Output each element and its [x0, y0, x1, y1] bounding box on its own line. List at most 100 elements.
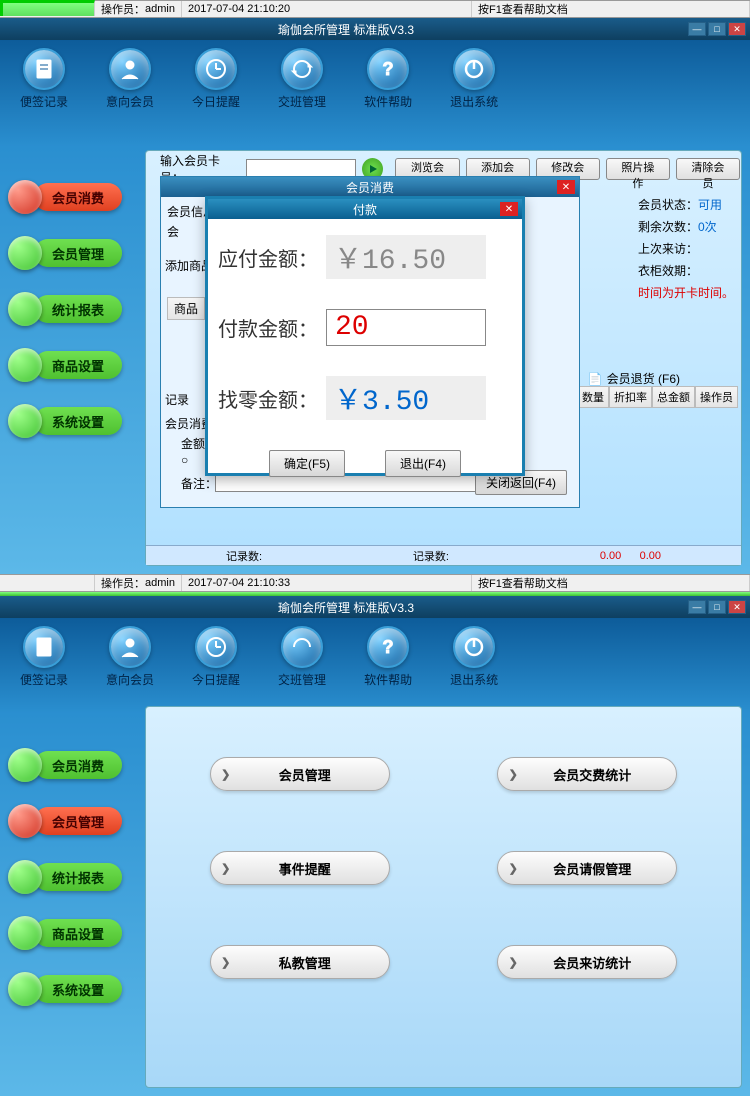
title-bar-2: 瑜伽会所管理 标准版V3.3 — □ ✕: [0, 596, 750, 618]
tool-exit[interactable]: 退出系统: [450, 48, 498, 110]
status-margin: [0, 575, 95, 591]
record-val-2: 0.00: [640, 550, 661, 562]
toolbar: 便签记录 意向会员 今日提醒 交班管理 ?软件帮助 退出系统: [0, 40, 750, 118]
nav-ball-icon: [8, 404, 42, 438]
close-button[interactable]: ✕: [728, 600, 746, 614]
pay-dialog-title: 付款✕: [208, 199, 522, 219]
close-icon[interactable]: ✕: [500, 202, 518, 216]
datetime-cell: 2017-07-04 21:10:20: [182, 1, 472, 17]
chevron-right-icon: ❯: [498, 956, 528, 969]
tool-notes[interactable]: 便签记录: [20, 48, 68, 110]
refund-link[interactable]: 📄会员退货 (F6): [588, 370, 680, 387]
record-label: 记录: [165, 391, 189, 408]
help-cell: 按F1查看帮助文档: [472, 575, 750, 591]
nav-ball-icon: [8, 180, 42, 214]
change-value: ￥3.50: [326, 376, 486, 420]
nav-system[interactable]: 系统设置: [8, 972, 122, 1006]
col-discount: 折扣率: [609, 386, 652, 408]
nav-ball-icon: [8, 748, 42, 782]
refund-icon: 📄: [588, 372, 603, 386]
help-cell: 按F1查看帮助文档: [472, 1, 750, 17]
side-nav-1: 会员消费 会员管理 统计报表 商品设置 系统设置: [8, 180, 122, 438]
note-icon: [23, 48, 65, 90]
nav-member-consume[interactable]: 会员消费: [8, 180, 122, 214]
title-bar-1: 瑜伽会所管理 标准版V3.3 — □ ✕: [0, 18, 750, 40]
tool-prospect[interactable]: 意向会员: [106, 48, 154, 110]
record-label-2: 记录数:: [413, 548, 449, 564]
menu-visit-stats[interactable]: ❯会员来访统计: [497, 945, 677, 979]
clock-icon: [195, 48, 237, 90]
nav-goods[interactable]: 商品设置: [8, 916, 122, 950]
paid-input[interactable]: [326, 309, 486, 346]
close-button[interactable]: ✕: [728, 22, 746, 36]
nav-ball-icon: [8, 292, 42, 326]
record-val-1: 0.00: [600, 550, 621, 562]
nav-stats[interactable]: 统计报表: [8, 860, 122, 894]
menu-leave-manage[interactable]: ❯会员请假管理: [497, 851, 677, 885]
datetime-cell: 2017-07-04 21:10:33: [182, 575, 472, 591]
help-icon: ?: [367, 48, 409, 90]
chevron-right-icon: ❯: [211, 956, 241, 969]
nav-member-consume[interactable]: 会员消费: [8, 748, 122, 782]
side-nav-2: 会员消费 会员管理 统计报表 商品设置 系统设置: [8, 748, 122, 1006]
chevron-right-icon: ❯: [211, 768, 241, 781]
app-title: 瑜伽会所管理 标准版V3.3: [278, 599, 414, 616]
menu-payment-stats[interactable]: ❯会员交费统计: [497, 757, 677, 791]
pay-ok-button[interactable]: 确定(F5): [269, 450, 345, 477]
menu-private-coach[interactable]: ❯私教管理: [210, 945, 390, 979]
note-icon: [23, 626, 65, 668]
tool-notes[interactable]: 便签记录: [20, 626, 68, 688]
clear-member-button[interactable]: 清除会员: [676, 158, 740, 180]
menu-event-reminder[interactable]: ❯事件提醒: [210, 851, 390, 885]
menu-member-manage[interactable]: ❯会员管理: [210, 757, 390, 791]
maximize-button[interactable]: □: [708, 600, 726, 614]
tool-exit[interactable]: 退出系统: [450, 626, 498, 688]
nav-ball-icon: [8, 804, 42, 838]
svg-text:?: ?: [383, 59, 394, 79]
nav-stats[interactable]: 统计报表: [8, 292, 122, 326]
pay-exit-button[interactable]: 退出(F4): [385, 450, 461, 477]
minimize-button[interactable]: —: [688, 22, 706, 36]
app-window-2: 便签记录 意向会员 今日提醒 交班管理 ?软件帮助 退出系统 会员消费 会员管理…: [0, 618, 750, 1096]
photo-button[interactable]: 照片操作: [606, 158, 670, 180]
svg-text:?: ?: [383, 637, 394, 657]
amount-label: 金额: [181, 435, 205, 452]
col-qty: 数量: [577, 386, 609, 408]
tool-shift[interactable]: 交班管理: [278, 48, 326, 110]
tool-prospect[interactable]: 意向会员: [106, 626, 154, 688]
app-title: 瑜伽会所管理 标准版V3.3: [278, 21, 414, 38]
power-icon: [453, 48, 495, 90]
chevron-right-icon: ❯: [498, 768, 528, 781]
member-info: 会员状态：可用 剩余次数：0次 上次来访： 衣柜效期： 时间为开卡时间。: [638, 194, 734, 304]
status-margin: [0, 0, 95, 16]
status-bar-1: 操作员：admin 2017-07-04 21:10:20 按F1查看帮助文档: [0, 0, 750, 18]
nav-goods[interactable]: 商品设置: [8, 348, 122, 382]
power-icon: [453, 626, 495, 668]
refresh-icon: [281, 48, 323, 90]
nav-ball-icon: [8, 348, 42, 382]
tool-reminder[interactable]: 今日提醒: [192, 626, 240, 688]
col-operator: 操作员: [695, 386, 738, 408]
minimize-button[interactable]: —: [688, 600, 706, 614]
due-label: 应付金额：: [218, 243, 318, 272]
nav-ball-icon: [8, 972, 42, 1006]
tool-help[interactable]: ?软件帮助: [364, 626, 412, 688]
chevron-right-icon: ❯: [211, 862, 241, 875]
nav-system[interactable]: 系统设置: [8, 404, 122, 438]
col-total: 总金额: [652, 386, 695, 408]
nav-member-manage[interactable]: 会员管理: [8, 236, 122, 270]
due-value: ￥16.50: [326, 235, 486, 279]
nav-member-manage[interactable]: 会员管理: [8, 804, 122, 838]
clock-icon: [195, 626, 237, 668]
tool-shift[interactable]: 交班管理: [278, 626, 326, 688]
tool-reminder[interactable]: 今日提醒: [192, 48, 240, 110]
change-label: 找零金额：: [218, 384, 318, 413]
record-bar: 记录数: 记录数: 0.00 0.00: [146, 545, 741, 565]
toolbar-2: 便签记录 意向会员 今日提醒 交班管理 ?软件帮助 退出系统: [0, 618, 750, 696]
operator-cell: 操作员：admin: [95, 1, 182, 17]
maximize-button[interactable]: □: [708, 22, 726, 36]
close-icon[interactable]: ✕: [557, 180, 575, 194]
tool-help[interactable]: ?软件帮助: [364, 48, 412, 110]
chevron-right-icon: ❯: [498, 862, 528, 875]
refresh-icon: [281, 626, 323, 668]
